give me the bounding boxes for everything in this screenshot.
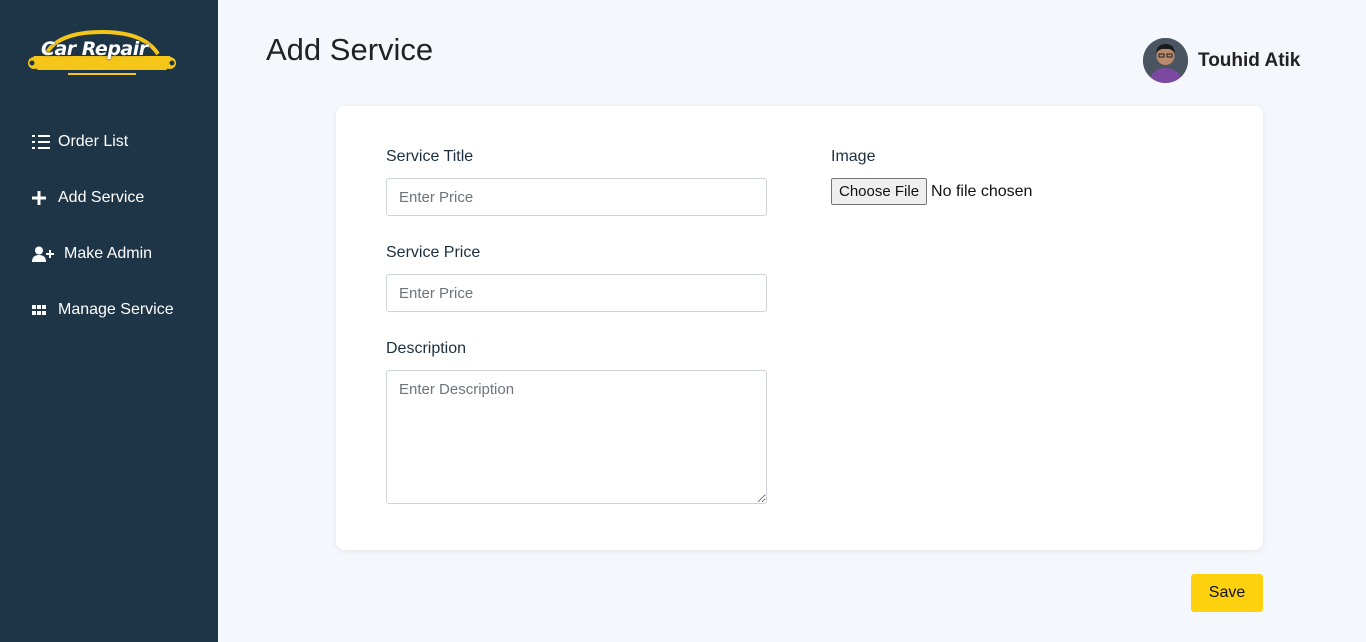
sidebar-item-label: Add Service <box>58 189 145 206</box>
grid-icon <box>32 304 54 316</box>
choose-file-button[interactable]: Choose File <box>831 178 928 205</box>
sidebar-item-order-list[interactable]: Order List <box>32 128 174 156</box>
sidebar-item-manage-service[interactable]: Manage Service <box>32 296 174 324</box>
brand-tagline: SERVICES <box>70 64 127 71</box>
service-price-label: Service Price <box>386 244 481 261</box>
avatar <box>1143 38 1188 83</box>
file-status-text: No file chosen <box>931 182 1033 200</box>
service-price-input[interactable] <box>386 274 767 312</box>
list-ordered-icon <box>32 134 54 150</box>
user-name: Touhid Atik <box>1198 49 1301 71</box>
sidebar-item-label: Manage Service <box>58 301 174 318</box>
car-repair-logo[interactable]: Car Repair SERVICES <box>28 28 176 80</box>
user-plus-icon <box>32 246 60 262</box>
description-textarea[interactable] <box>386 370 767 504</box>
sidebar-item-label: Order List <box>58 133 129 150</box>
image-file-input[interactable]: Choose File No file chosen <box>831 178 1032 205</box>
add-service-form: Service Title Service Price Description … <box>336 106 1263 550</box>
save-button[interactable]: Save <box>1191 574 1263 612</box>
user-profile[interactable]: Touhid Atik <box>1143 38 1300 83</box>
sidebar-item-make-admin[interactable]: Make Admin <box>32 240 174 268</box>
brand-name: Car Repair <box>41 38 148 60</box>
sidebar: Car Repair SERVICES Order List Add Servi… <box>0 0 218 642</box>
service-title-input[interactable] <box>386 178 767 216</box>
sidebar-item-label: Make Admin <box>64 245 153 262</box>
sidebar-nav: Order List Add Service Make Admin Manage… <box>32 128 174 352</box>
page-title: Add Service <box>266 32 434 67</box>
description-label: Description <box>386 340 467 357</box>
plus-icon <box>32 191 54 205</box>
service-title-label: Service Title <box>386 148 474 165</box>
sidebar-item-add-service[interactable]: Add Service <box>32 184 174 212</box>
image-label: Image <box>831 148 876 165</box>
